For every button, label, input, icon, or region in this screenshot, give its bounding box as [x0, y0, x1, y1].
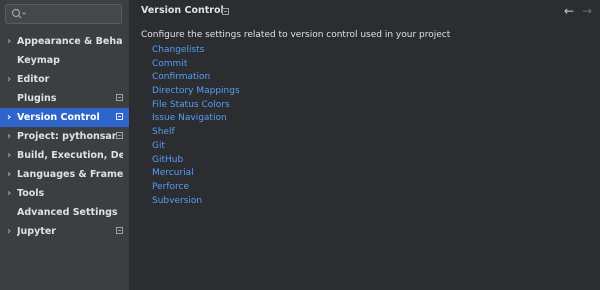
settings-link-subversion[interactable]: Subversion [152, 195, 240, 209]
sidebar-item-keymap[interactable]: Keymap [0, 51, 129, 70]
chevron-right-icon[interactable]: › [5, 70, 13, 89]
back-arrow-icon[interactable]: ← [564, 4, 574, 18]
page-description: Configure the settings related to versio… [141, 30, 451, 40]
settings-link-issue-navigation[interactable]: Issue Navigation [152, 112, 240, 126]
settings-link-git[interactable]: Git [152, 140, 240, 154]
settings-sidebar: › Appearance & Behavior Keymap › Editor Plugi… [0, 0, 130, 290]
settings-link-confirmation[interactable]: Confirmation [152, 71, 240, 85]
sidebar-item-label: Version Control [17, 112, 100, 123]
sidebar-item-label: Tools [17, 188, 45, 199]
settings-link-github[interactable]: GitHub [152, 154, 240, 168]
sidebar-item-label: Project: pythonsandbox [17, 131, 123, 142]
sidebar-item-appearance-behavior[interactable]: › Appearance & Behavior [0, 32, 129, 51]
chevron-right-icon[interactable]: › [5, 146, 13, 165]
settings-nav-list: › Appearance & Behavior Keymap › Editor Plugi… [0, 32, 129, 241]
project-scope-icon [116, 132, 123, 139]
project-scope-icon [116, 94, 123, 101]
sidebar-item-advanced-settings[interactable]: Advanced Settings [0, 203, 129, 222]
sidebar-item-project-pythonsandbox[interactable]: › Project: pythonsandbox [0, 127, 129, 146]
settings-link-directory-mappings[interactable]: Directory Mappings [152, 85, 240, 99]
forward-arrow-icon[interactable]: → [582, 4, 592, 18]
settings-link-file-status-colors[interactable]: File Status Colors [152, 99, 240, 113]
project-scope-icon [116, 113, 123, 120]
chevron-right-icon[interactable]: › [5, 32, 13, 51]
sidebar-item-label: Languages & Frameworks [17, 169, 123, 180]
sidebar-item-version-control[interactable]: › Version Control [0, 108, 129, 127]
settings-link-mercurial[interactable]: Mercurial [152, 167, 240, 181]
main-panel: Version Control ← → Configure the settin… [130, 0, 600, 290]
sidebar-item-jupyter[interactable]: › Jupyter [0, 222, 129, 241]
chevron-right-icon[interactable]: › [5, 165, 13, 184]
sidebar-item-languages-frameworks[interactable]: › Languages & Frameworks [0, 165, 129, 184]
project-scope-icon [222, 8, 229, 15]
sidebar-item-label: Build, Execution, Deployment [17, 150, 123, 161]
settings-link-shelf[interactable]: Shelf [152, 126, 240, 140]
sidebar-item-label: Jupyter [17, 226, 56, 237]
search-icon [11, 8, 26, 19]
project-scope-icon [116, 227, 123, 234]
page-title: Version Control [141, 5, 224, 16]
sidebar-item-label: Plugins [17, 93, 57, 104]
chevron-right-icon[interactable]: › [5, 222, 13, 241]
settings-link-perforce[interactable]: Perforce [152, 181, 240, 195]
sidebar-item-label: Editor [17, 74, 50, 85]
sidebar-item-label: Keymap [17, 55, 60, 66]
chevron-right-icon[interactable]: › [5, 184, 13, 203]
sidebar-item-plugins[interactable]: Plugins [0, 89, 129, 108]
sidebar-item-tools[interactable]: › Tools [0, 184, 129, 203]
sidebar-item-editor[interactable]: › Editor [0, 70, 129, 89]
sidebar-item-label: Appearance & Behavior [17, 36, 123, 47]
settings-links: Changelists Commit Confirmation Directory M… [152, 44, 240, 208]
search-input[interactable] [5, 4, 122, 24]
sidebar-item-label: Advanced Settings [17, 207, 118, 218]
chevron-right-icon[interactable]: › [5, 108, 13, 127]
sidebar-item-build-execution-deployment[interactable]: › Build, Execution, Deployment [0, 146, 129, 165]
settings-link-commit[interactable]: Commit [152, 58, 240, 72]
settings-link-changelists[interactable]: Changelists [152, 44, 240, 58]
chevron-right-icon[interactable]: › [5, 127, 13, 146]
